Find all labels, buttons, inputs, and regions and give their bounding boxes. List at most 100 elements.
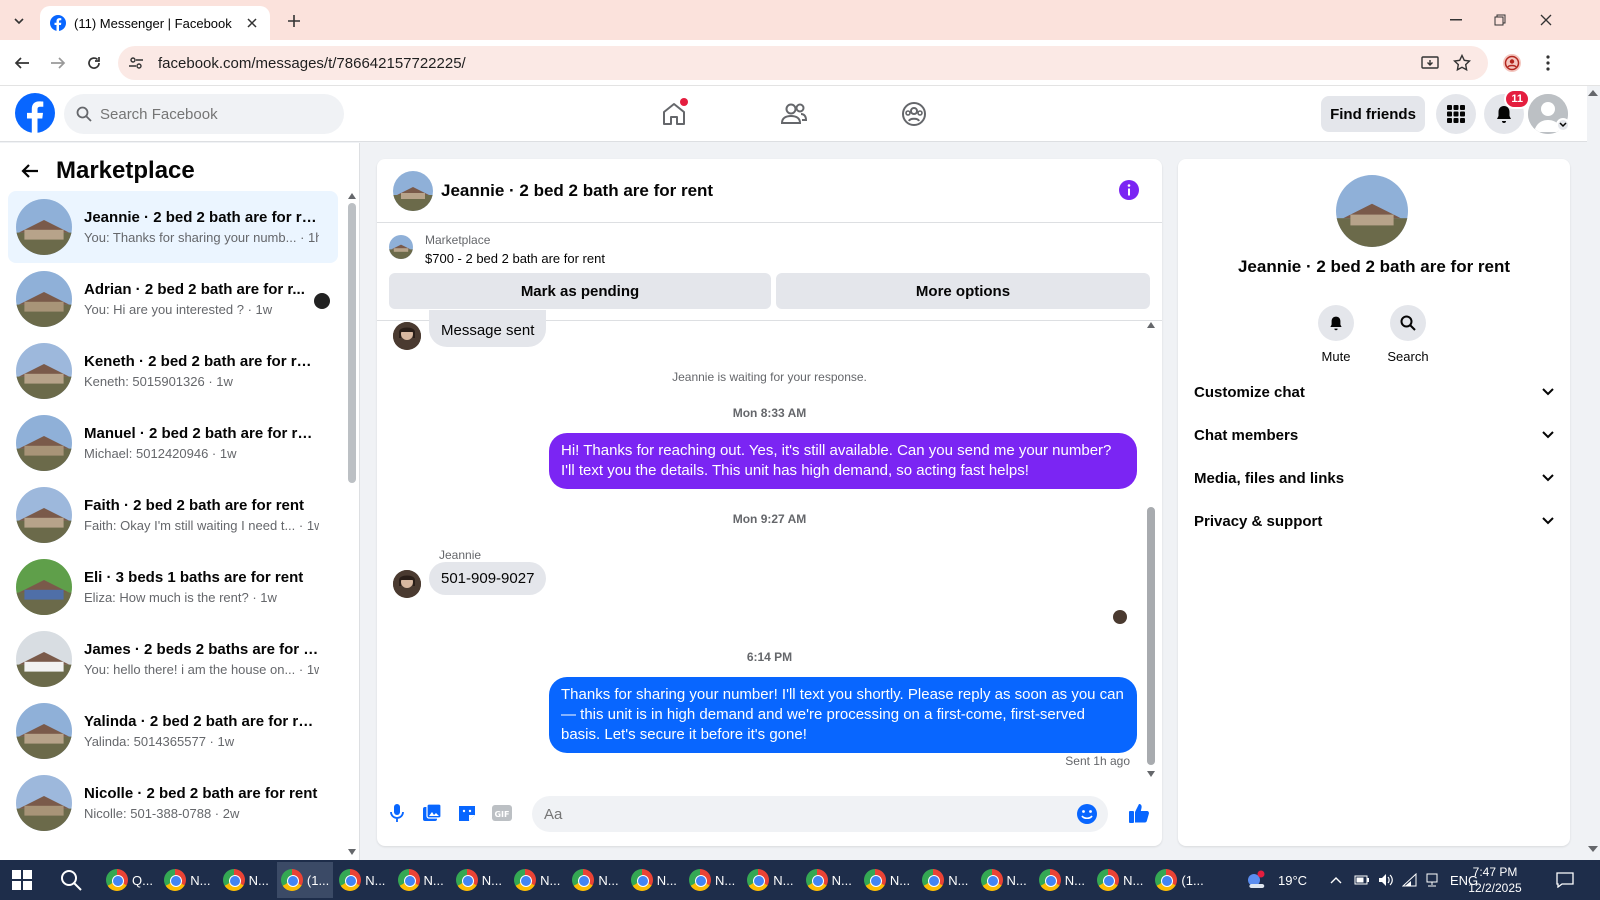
chat-scroll-up-arrow-icon[interactable] <box>1147 322 1155 328</box>
incoming-message[interactable]: 501-909-9027 <box>429 562 547 595</box>
page-scroll-up-arrow-icon[interactable] <box>1588 90 1598 96</box>
tray-up-chevron-icon[interactable] <box>1330 860 1342 900</box>
taskbar-chrome-window[interactable]: N... <box>802 862 858 898</box>
facebook-search-input[interactable] <box>100 105 320 123</box>
network-icon[interactable] <box>1424 860 1440 900</box>
chrome-profile-icon[interactable] <box>1500 51 1524 75</box>
weather-widget[interactable]: 19°C <box>1244 860 1307 900</box>
emoji-icon[interactable] <box>1076 803 1098 825</box>
address-bar[interactable]: facebook.com/messages/t/786642157722225/ <box>118 46 1488 80</box>
friends-nav-icon[interactable] <box>774 94 814 134</box>
listing-title[interactable]: $700 - 2 bed 2 bath are for rent <box>425 251 605 266</box>
search-action[interactable]: Search <box>1378 305 1438 364</box>
thumbs-up-icon[interactable] <box>1127 801 1151 825</box>
taskbar-chrome-window[interactable]: N... <box>160 862 216 898</box>
chat-scroll-down-arrow-icon[interactable] <box>1147 771 1155 777</box>
chat-header-avatar[interactable] <box>393 170 433 211</box>
message-input-box[interactable] <box>532 796 1108 832</box>
tab-close-icon[interactable] <box>244 15 260 31</box>
notification-center-icon[interactable] <box>1556 860 1574 900</box>
taskbar-chrome-window[interactable]: N... <box>627 862 683 898</box>
bookmark-star-icon[interactable] <box>1450 51 1474 75</box>
scroll-up-arrow-icon[interactable] <box>348 193 356 199</box>
facebook-logo-icon[interactable] <box>15 93 55 133</box>
site-info-icon[interactable] <box>128 55 144 71</box>
conversation-item[interactable]: James · 2 beds 2 baths are for re... You… <box>8 623 338 695</box>
taskbar-chrome-window[interactable]: N... <box>977 862 1033 898</box>
tab-search-chevron-icon[interactable] <box>8 10 30 32</box>
jeannie-avatar[interactable] <box>393 322 421 350</box>
taskbar-chrome-window[interactable]: N... <box>510 862 566 898</box>
window-close-icon[interactable] <box>1534 8 1558 32</box>
conversation-item[interactable]: Faith · 2 bed 2 bath are for rent Faith:… <box>8 479 338 551</box>
back-arrow-icon[interactable] <box>20 161 40 181</box>
taskbar-chrome-window[interactable]: N... <box>1035 862 1091 898</box>
windows-start-icon[interactable] <box>12 870 32 890</box>
conversation-item[interactable]: Jeannie · 2 bed 2 bath are for rent You:… <box>8 191 338 263</box>
menu-grid-icon[interactable] <box>1436 94 1476 134</box>
conversation-item[interactable]: Keneth · 2 bed 2 bath are for rent Kenet… <box>8 335 338 407</box>
message-input[interactable] <box>544 805 1044 823</box>
wifi-icon[interactable] <box>1402 860 1418 900</box>
info-icon[interactable] <box>1118 179 1140 201</box>
find-friends-button[interactable]: Find friends <box>1321 96 1425 132</box>
bell-icon[interactable] <box>1318 305 1354 341</box>
taskbar-chrome-window[interactable]: N... <box>918 862 974 898</box>
taskbar-chrome-window[interactable]: N... <box>394 862 450 898</box>
taskbar-search-icon[interactable] <box>60 869 82 891</box>
sticker-icon[interactable] <box>455 801 479 825</box>
jeannie-avatar[interactable] <box>393 570 421 598</box>
system-clock[interactable]: 7:47 PM 12/2/2025 <box>1460 864 1530 896</box>
page-scroll-down-arrow-icon[interactable] <box>1588 846 1598 852</box>
left-scrollbar[interactable] <box>348 203 356 483</box>
minimize-icon[interactable] <box>1444 8 1468 32</box>
taskbar-chrome-window[interactable]: N... <box>1093 862 1149 898</box>
taskbar-chrome-window[interactable]: N... <box>219 862 275 898</box>
browser-tab-messenger[interactable]: (11) Messenger | Facebook <box>40 6 270 40</box>
install-app-icon[interactable] <box>1418 51 1442 75</box>
info-section[interactable]: Privacy & support <box>1194 501 1554 541</box>
mark-as-pending-button[interactable]: Mark as pending <box>389 273 771 309</box>
contact-avatar[interactable] <box>1336 175 1408 247</box>
gif-icon[interactable]: GIF <box>490 801 514 825</box>
conversation-item[interactable]: Yalinda · 2 bed 2 bath are for rent Yali… <box>8 695 338 767</box>
more-options-button[interactable]: More options <box>776 273 1150 309</box>
home-nav-icon[interactable] <box>654 94 694 134</box>
taskbar-chrome-window[interactable]: N... <box>860 862 916 898</box>
conversation-item[interactable]: Adrian · 2 bed 2 bath are for r... You: … <box>8 263 338 335</box>
listing-thumbnail[interactable] <box>389 235 413 259</box>
facebook-search[interactable] <box>64 94 344 134</box>
chrome-menu-icon[interactable] <box>1536 51 1560 75</box>
info-section[interactable]: Customize chat <box>1194 372 1554 412</box>
forward-arrow-icon[interactable] <box>46 51 70 75</box>
taskbar-chrome-window[interactable]: N... <box>335 862 391 898</box>
conversation-item[interactable]: Manuel · 2 bed 2 bath are for rent Micha… <box>8 407 338 479</box>
taskbar-chrome-window[interactable]: N... <box>743 862 799 898</box>
volume-icon[interactable] <box>1378 860 1394 900</box>
chat-header-name[interactable]: Jeannie · 2 bed 2 bath are for rent <box>441 181 713 201</box>
back-arrow-icon[interactable] <box>10 51 34 75</box>
conversation-item[interactable]: Eli · 3 beds 1 baths are for rent Eliza:… <box>8 551 338 623</box>
outgoing-message[interactable]: Hi! Thanks for reaching out. Yes, it's s… <box>549 433 1137 489</box>
mute-action[interactable]: Mute <box>1306 305 1366 364</box>
chat-scrollbar[interactable] <box>1147 507 1155 765</box>
battery-icon[interactable] <box>1354 860 1370 900</box>
taskbar-chrome-window[interactable]: (1... <box>276 862 333 898</box>
photo-icon[interactable] <box>420 801 444 825</box>
taskbar-chrome-window[interactable]: N... <box>568 862 624 898</box>
taskbar-chrome-window[interactable]: N... <box>452 862 508 898</box>
info-section[interactable]: Chat members <box>1194 415 1554 455</box>
outgoing-message[interactable]: Thanks for sharing your number! I'll tex… <box>549 677 1137 753</box>
reload-icon[interactable] <box>82 51 106 75</box>
taskbar-chrome-window[interactable]: Q... <box>102 862 158 898</box>
info-section[interactable]: Media, files and links <box>1194 458 1554 498</box>
search-icon[interactable] <box>1390 305 1426 341</box>
restore-icon[interactable] <box>1488 8 1512 32</box>
microphone-icon[interactable] <box>385 801 409 825</box>
groups-nav-icon[interactable] <box>894 94 934 134</box>
conversation-item[interactable]: Nicolle · 2 bed 2 bath are for rent Nico… <box>8 767 338 839</box>
taskbar-chrome-window[interactable]: N... <box>685 862 741 898</box>
notifications-bell-icon[interactable]: 11 <box>1484 89 1530 134</box>
new-tab-plus-icon[interactable] <box>283 10 305 32</box>
taskbar-chrome-window[interactable]: (1... <box>1151 862 1207 898</box>
